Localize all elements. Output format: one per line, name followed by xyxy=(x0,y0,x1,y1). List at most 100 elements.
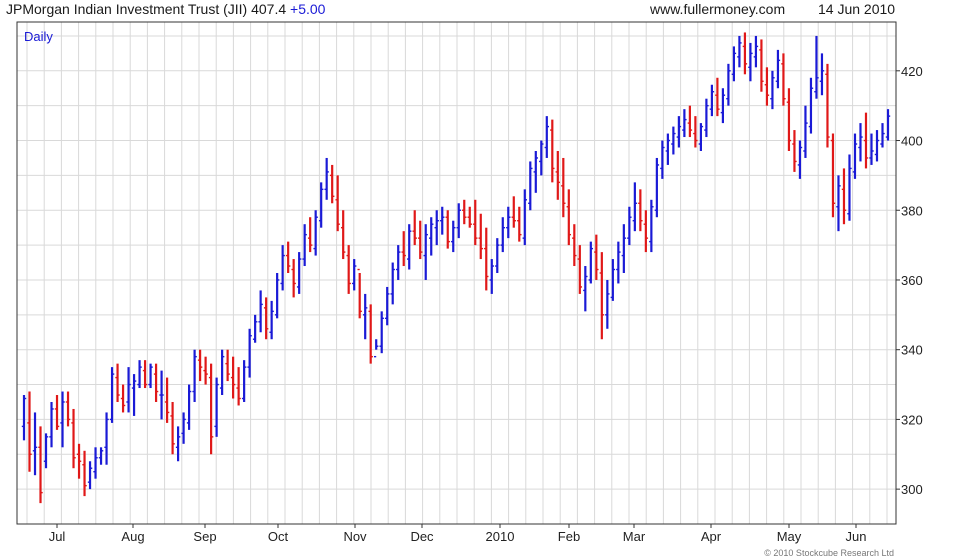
ohlc-bar xyxy=(104,412,109,465)
ohlc-bar xyxy=(577,245,583,294)
ohlc-bar xyxy=(230,356,236,399)
ohlc-bar xyxy=(693,116,698,148)
ohlc-bar xyxy=(836,175,841,232)
ohlc-bar xyxy=(847,154,852,221)
ohlc-bar xyxy=(208,363,214,455)
ohlc-bar xyxy=(142,360,148,389)
ohlc-bar xyxy=(792,130,797,172)
ohlc-bar xyxy=(621,224,627,273)
ohlc-bar xyxy=(599,252,605,340)
y-tick-label: 320 xyxy=(901,412,923,427)
ohlc-bar xyxy=(841,168,847,225)
price-chart: Daily 300 320 340 360 380 400 420 Jul Aug Sep Oct… xyxy=(16,21,923,544)
x-tick-label: Jun xyxy=(846,529,867,544)
ohlc-bar xyxy=(429,217,434,256)
ohlc-bar xyxy=(362,293,368,340)
ohlc-bar xyxy=(285,241,291,273)
ohlc-bar xyxy=(368,304,373,364)
ohlc-bar xyxy=(296,252,302,294)
ohlc-bar xyxy=(374,339,379,358)
x-tick-label: Mar xyxy=(623,529,646,544)
ohlc-bar xyxy=(192,349,197,402)
ohlc-bar xyxy=(698,123,704,151)
ohlc-bar xyxy=(313,210,318,256)
ohlc-bar xyxy=(775,49,781,89)
ohlc-bar xyxy=(357,268,362,319)
ohlc-bar xyxy=(880,123,885,148)
ohlc-bar xyxy=(687,105,693,138)
ohlc-bar xyxy=(340,210,346,260)
ohlc-bar xyxy=(489,259,494,294)
ohlc-bar xyxy=(214,377,219,437)
ohlc-bar xyxy=(159,370,164,420)
x-tick-label: Nov xyxy=(343,529,367,544)
ohlc-bar xyxy=(786,88,792,151)
ohlc-bar xyxy=(137,360,142,389)
ohlc-bar xyxy=(324,157,329,200)
ohlc-bar xyxy=(627,206,632,246)
ohlc-bar xyxy=(440,206,445,235)
y-tick-label: 340 xyxy=(901,343,923,358)
ohlc-bar xyxy=(583,266,588,312)
ohlc-bar xyxy=(258,290,263,333)
ohlc-bar xyxy=(715,77,720,117)
ohlc-bar xyxy=(484,227,489,291)
ohlc-bar xyxy=(858,123,863,162)
chart-grid xyxy=(17,22,896,525)
ohlc-bar xyxy=(153,363,159,402)
x-tick-label: Dec xyxy=(410,529,434,544)
ohlc-bar xyxy=(236,367,241,406)
ohlc-bar xyxy=(682,109,687,138)
ohlc-bar xyxy=(742,32,748,75)
ohlc-bar xyxy=(269,300,274,340)
y-tick-label: 380 xyxy=(901,203,923,218)
ohlc-bar xyxy=(495,238,500,273)
ohlc-bar xyxy=(219,349,225,396)
ohlc-bar xyxy=(506,206,511,239)
ohlc-bar xyxy=(632,182,638,232)
ohlc-bar xyxy=(71,408,76,469)
ohlc-bar xyxy=(252,314,258,343)
ohlc-bar xyxy=(445,210,450,249)
ohlc-bar xyxy=(65,391,71,427)
x-tick-label: Aug xyxy=(121,529,144,544)
ohlc-bar xyxy=(819,53,825,96)
ohlc-bar xyxy=(561,157,566,218)
ohlc-bar xyxy=(704,98,709,138)
ohlc-bar xyxy=(170,401,175,455)
ohlc-bar xyxy=(660,140,665,179)
y-tick-label: 300 xyxy=(901,482,923,497)
ohlc-bar xyxy=(418,220,423,260)
ohlc-bar xyxy=(533,150,538,193)
ohlc-bar xyxy=(385,286,390,326)
ohlc-bar xyxy=(291,259,296,298)
ohlc-bar xyxy=(781,53,786,106)
y-axis: 300 320 340 360 380 400 420 xyxy=(896,64,923,497)
ohlc-bar xyxy=(770,70,775,110)
ohlc-bar xyxy=(726,63,731,106)
ohlc-bar xyxy=(21,395,27,441)
ohlc-bar xyxy=(462,199,467,225)
x-axis: Jul Aug Sep Oct Nov Dec 2010 Feb Mar Apr May Jun xyxy=(49,524,867,544)
ohlc-bar xyxy=(54,395,60,430)
ohlc-bar xyxy=(605,279,610,329)
ohlc-bar xyxy=(131,374,137,416)
ohlc-bar xyxy=(588,241,594,284)
x-tick-label: Jul xyxy=(49,529,66,544)
ohlc-bar xyxy=(351,259,357,291)
y-tick-label: 420 xyxy=(901,64,923,79)
ohlc-bar xyxy=(753,35,759,68)
ohlc-bar xyxy=(550,119,555,183)
x-tick-label: Oct xyxy=(268,529,289,544)
x-tick-label: 2010 xyxy=(486,529,515,544)
ohlc-bar xyxy=(225,349,230,382)
ohlc-bar xyxy=(27,391,32,472)
ohlc-bar xyxy=(737,35,742,68)
ohlc-bar xyxy=(93,447,98,479)
ohlc-bar xyxy=(478,213,483,260)
y-tick-label: 400 xyxy=(901,134,923,149)
ohlc-bar xyxy=(500,217,505,253)
x-tick-label: Sep xyxy=(193,529,216,544)
ohlc-bar xyxy=(76,443,82,479)
ohlc-bar xyxy=(665,133,671,165)
